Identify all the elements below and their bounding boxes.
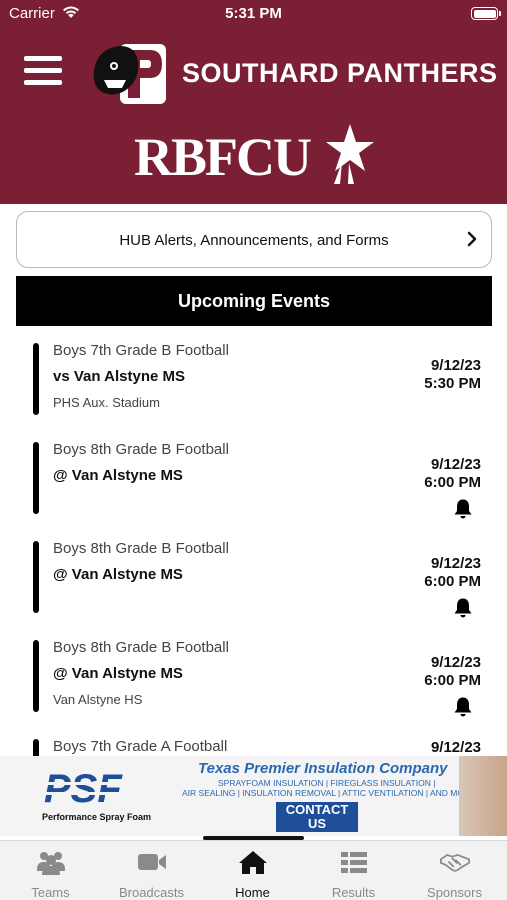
event-date: 9/12/23: [430, 456, 481, 473]
app-header: Carrier 5:31 PM P SOUTHARD PANTHERS RBFC…: [0, 0, 507, 204]
list-icon: [341, 852, 367, 873]
event-opponent: @ Van Alstyne MS: [53, 566, 183, 583]
event-sport: Boys 8th Grade B Football: [53, 639, 229, 656]
event-opponent: @ Van Alstyne MS: [53, 467, 183, 484]
event-item[interactable]: Boys 8th Grade B Football @ Van Alstyne …: [0, 425, 507, 524]
event-date: 9/12/23: [430, 654, 481, 671]
tab-label: Results: [331, 885, 376, 900]
psf-logo-text: PSF: [44, 768, 123, 808]
event-sport: Boys 8th Grade B Football: [53, 540, 229, 557]
event-indicator: [33, 640, 39, 712]
sponsor-ad-banner[interactable]: PSF Performance Spray Foam Texas Premier…: [0, 756, 507, 836]
panther-logo: P: [93, 44, 166, 104]
chevron-right-icon: [467, 231, 477, 247]
event-sport: Boys 7th Grade B Football: [53, 342, 229, 359]
sponsor-name: RBFCU: [134, 127, 312, 187]
events-list: Boys 7th Grade B Football vs Van Alstyne…: [0, 326, 507, 756]
tab-home[interactable]: Home: [202, 841, 303, 900]
alerts-label: HUB Alerts, Announcements, and Forms: [119, 232, 389, 249]
psf-tagline: Performance Spray Foam: [42, 812, 152, 822]
ad-services-line2: AIR SEALING | INSULATION REMOVAL | ATTIC…: [182, 788, 476, 798]
event-time: 6:00 PM: [424, 474, 481, 491]
teams-icon: [37, 852, 65, 875]
ad-photo: [459, 756, 507, 836]
tab-results[interactable]: Results: [303, 841, 404, 900]
bell-icon[interactable]: [453, 696, 473, 718]
event-opponent: vs Van Alstyne MS: [53, 368, 185, 385]
home-icon: [239, 851, 267, 874]
event-item[interactable]: Boys 8th Grade B Football @ Van Alstyne …: [0, 623, 507, 722]
contact-us-button[interactable]: CONTACT US: [276, 802, 358, 832]
event-indicator: [33, 343, 39, 415]
tab-label: Teams: [31, 885, 70, 900]
ad-services-line1: SPRAYFOAM INSULATION | FIREGLASS INSULAT…: [218, 778, 436, 788]
rbfcu-logo[interactable]: RBFCU: [134, 122, 374, 186]
event-time: 6:00 PM: [424, 672, 481, 689]
event-date: 9/12/23: [430, 555, 481, 572]
star-icon: [326, 124, 374, 184]
handshake-icon: [440, 854, 470, 872]
event-item[interactable]: Boys 8th Grade B Football @ Van Alstyne …: [0, 524, 507, 623]
tab-label: Sponsors: [427, 885, 482, 900]
ad-company-name: Texas Premier Insulation Company: [198, 760, 448, 777]
tab-label: Home: [235, 885, 270, 900]
bottom-tab-bar: Teams Broadcasts Home Results Sponsors: [0, 840, 507, 900]
status-time: 5:31 PM: [225, 5, 282, 22]
menu-icon-line: [24, 80, 62, 85]
event-indicator: [33, 541, 39, 613]
event-sport: Boys 8th Grade B Football: [53, 441, 229, 458]
event-date: 9/12/23: [430, 739, 481, 756]
menu-icon-line: [24, 56, 62, 61]
menu-button[interactable]: [24, 56, 62, 86]
event-venue: PHS Aux. Stadium: [53, 395, 160, 410]
alerts-announcements-button[interactable]: HUB Alerts, Announcements, and Forms: [16, 211, 492, 268]
event-item[interactable]: Boys 7th Grade B Football vs Van Alstyne…: [0, 326, 507, 425]
menu-icon-line: [24, 68, 62, 73]
event-indicator: [33, 442, 39, 514]
bell-icon[interactable]: [453, 498, 473, 520]
event-date: 9/12/23: [430, 357, 481, 374]
event-item[interactable]: Boys 7th Grade A Football 9/12/23: [0, 722, 507, 756]
event-time: 6:00 PM: [424, 573, 481, 590]
school-name: SOUTHARD PANTHERS: [182, 58, 498, 88]
event-sport: Boys 7th Grade A Football: [53, 738, 228, 755]
upcoming-events-header: Upcoming Events: [16, 276, 492, 326]
status-bar: Carrier 5:31 PM: [0, 0, 507, 28]
event-venue: Van Alstyne HS: [53, 692, 143, 707]
bell-icon[interactable]: [453, 597, 473, 619]
event-indicator: [33, 739, 39, 756]
tab-broadcasts[interactable]: Broadcasts: [101, 841, 202, 900]
tab-sponsors[interactable]: Sponsors: [404, 841, 505, 900]
tab-teams[interactable]: Teams: [0, 841, 101, 900]
event-time: 5:30 PM: [424, 375, 481, 392]
psf-logo: PSF: [42, 768, 160, 808]
video-camera-icon: [138, 854, 166, 870]
battery-icon: [471, 7, 501, 20]
tab-label: Broadcasts: [118, 885, 185, 900]
event-opponent: @ Van Alstyne MS: [53, 665, 183, 682]
